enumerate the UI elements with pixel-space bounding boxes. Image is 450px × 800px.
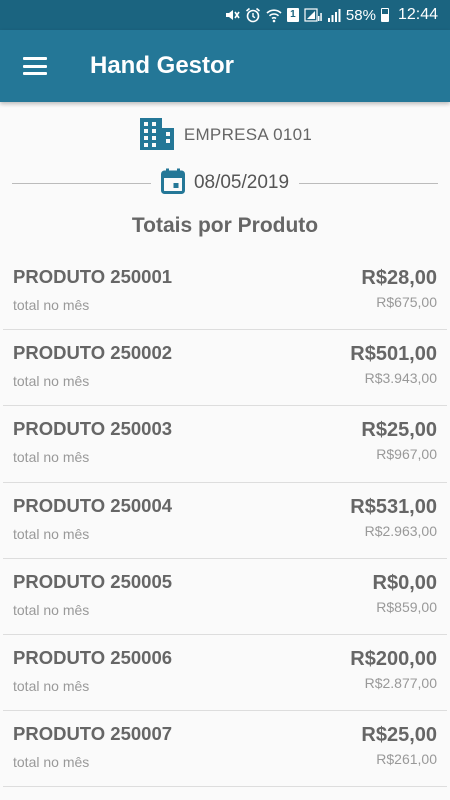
date-selector[interactable]: 08/05/2019: [151, 168, 299, 199]
list-item[interactable]: PRODUTO 250005 total no mês R$0,00 R$859,0…: [3, 559, 447, 635]
product-month-total: R$967,00: [376, 446, 437, 463]
product-value: R$25,00: [361, 419, 437, 442]
product-name: PRODUTO 250007: [13, 723, 173, 745]
date-value: 08/05/2019: [193, 172, 290, 193]
product-month-total: R$3.943,00: [364, 370, 437, 387]
list-item[interactable]: PRODUTO 250001 total no mês R$28,00 R$675,…: [3, 254, 447, 331]
app-bar: Hand Gestor: [0, 30, 450, 102]
product-subtitle: total no mês: [13, 373, 90, 390]
signal-bars-icon: [327, 7, 341, 23]
product-month-total: R$2.963,00: [364, 522, 437, 539]
calendar-icon: [160, 168, 185, 199]
battery-percent: 58%: [345, 6, 376, 24]
list-item[interactable]: PRODUTO 250003 total no mês R$25,00 R$967,…: [3, 406, 447, 483]
list-item[interactable]: PRODUTO 250002 total no mês R$501,00 R$3.9…: [3, 330, 447, 407]
section-title: Totais por Produto: [131, 214, 319, 237]
signal-icon: [304, 7, 322, 23]
product-value: R$0,00: [372, 571, 438, 594]
product-value: R$28,00: [361, 267, 437, 289]
product-month-total: R$261,00: [376, 751, 437, 768]
product-month-total: R$2.877,00: [364, 674, 437, 691]
product-subtitle: total no mês: [13, 754, 90, 771]
clock: 12:44: [397, 6, 438, 23]
mute-icon: [224, 7, 240, 23]
wifi-icon: [266, 7, 282, 23]
product-month-total: R$675,00: [376, 294, 437, 310]
divider-right: [299, 182, 438, 184]
product-value: R$531,00: [350, 495, 437, 518]
company-label: EMPRESA 0101: [183, 125, 313, 144]
menu-button[interactable]: [0, 30, 70, 102]
status-bar: 1 58% 12:44: [0, 0, 450, 30]
company-selector[interactable]: EMPRESA 0101: [0, 116, 450, 155]
list-item[interactable]: PRODUTO 250006 total no mês R$200,00 R$2.8…: [3, 635, 447, 712]
product-list: PRODUTO 250001 total no mês R$28,00 R$675,…: [0, 254, 450, 788]
product-value: R$501,00: [350, 343, 437, 366]
product-name: PRODUTO 250002: [13, 342, 173, 364]
sim-icon: 1: [286, 8, 299, 22]
list-item[interactable]: PRODUTO 250007 total no mês R$25,00 R$261,…: [3, 711, 447, 788]
list-item[interactable]: PRODUTO 250004 total no mês R$531,00 R$2.9…: [3, 483, 447, 559]
product-name: PRODUTO 250001: [13, 266, 173, 287]
building-icon: [138, 116, 176, 155]
product-name: PRODUTO 250005: [13, 570, 173, 592]
date-row: 08/05/2019: [0, 168, 450, 198]
divider-left: [12, 182, 151, 184]
product-subtitle: total no mês: [13, 601, 90, 618]
app-title: Hand Gestor: [90, 52, 235, 79]
product-subtitle: total no mês: [13, 297, 90, 313]
menu-icon: [23, 57, 47, 75]
battery-icon: [380, 8, 389, 22]
product-value: R$25,00: [361, 724, 437, 747]
product-name: PRODUTO 250003: [13, 418, 173, 440]
product-subtitle: total no mês: [13, 449, 90, 466]
product-name: PRODUTO 250004: [13, 494, 173, 516]
product-name: PRODUTO 250006: [13, 646, 173, 668]
product-value: R$200,00: [350, 647, 437, 670]
product-subtitle: total no mês: [13, 677, 90, 694]
alarm-icon: [245, 7, 261, 23]
product-month-total: R$859,00: [376, 598, 437, 615]
product-subtitle: total no mês: [13, 525, 90, 542]
